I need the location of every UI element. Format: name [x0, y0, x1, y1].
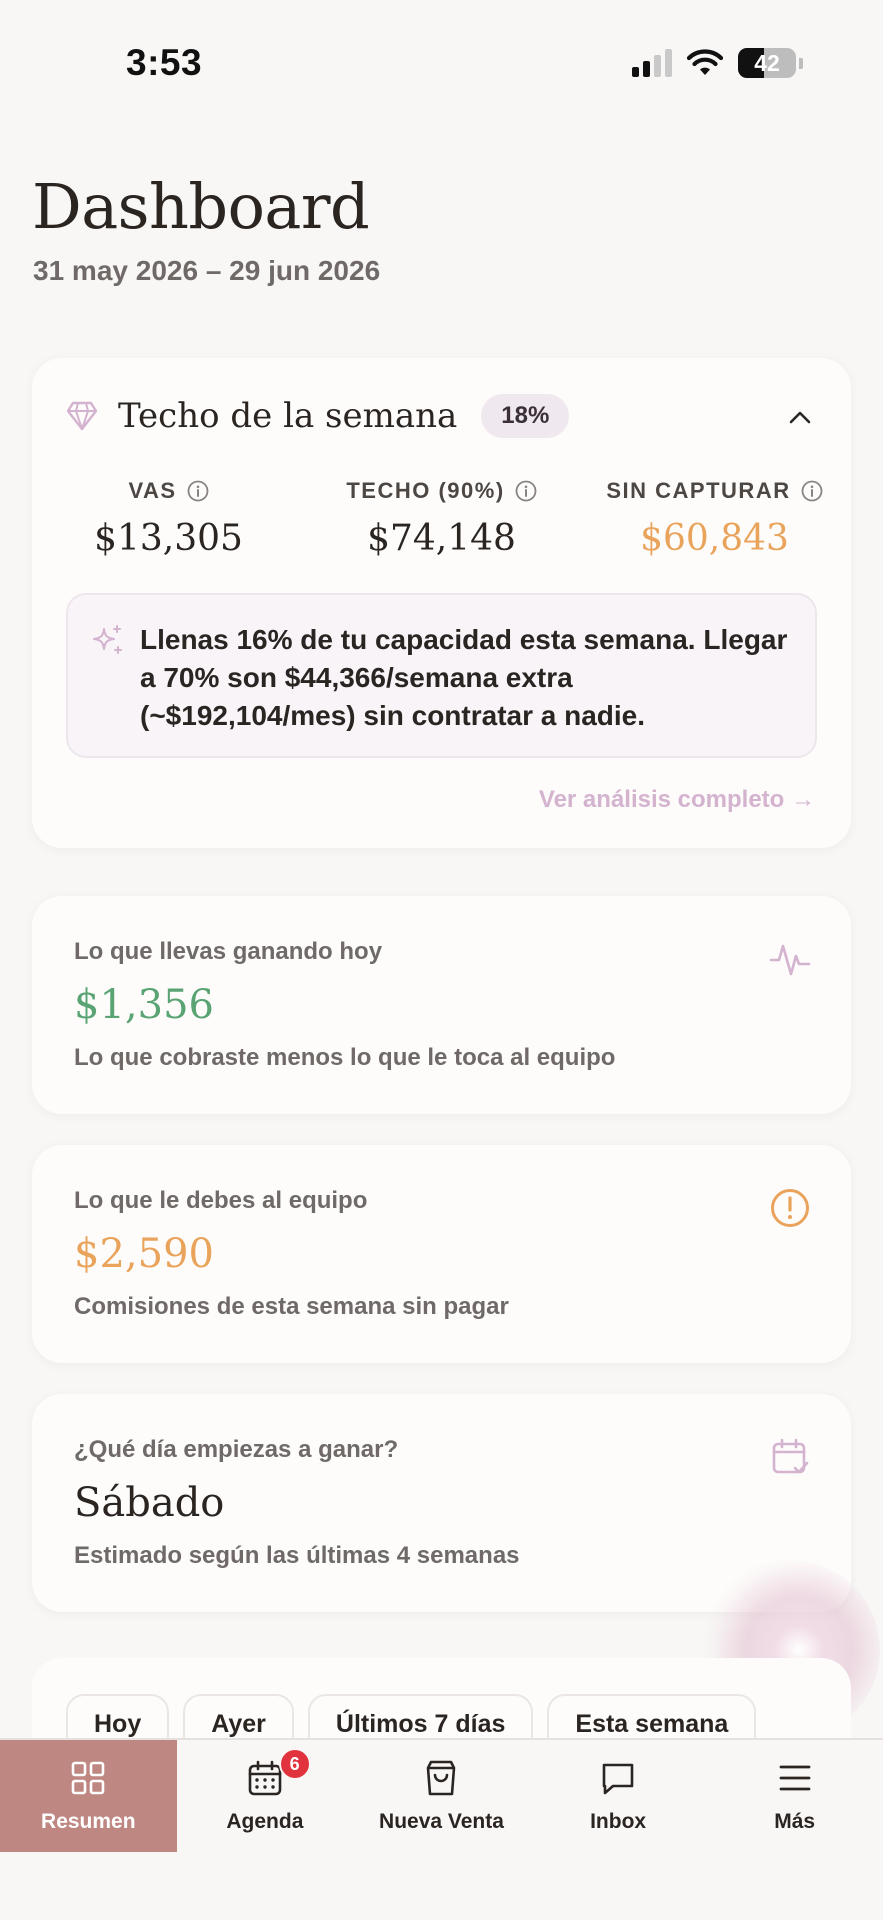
date-range[interactable]: 31 may 2026 – 29 jun 2026 [33, 255, 380, 287]
tab-label: Agenda [226, 1810, 304, 1833]
card-label: ¿Qué día empiezas a ganar? [74, 1436, 399, 1463]
tab-agenda[interactable]: 6 Agenda [177, 1740, 354, 1854]
period-filter-chips: Hoy Ayer Últimos 7 días Esta semana [66, 1694, 757, 1738]
metric-sin-capturar: SIN CAPTURAR $60,843 [578, 478, 851, 559]
collapse-button[interactable] [785, 402, 815, 432]
tab-mas[interactable]: Más [706, 1740, 883, 1854]
wifi-icon [686, 49, 724, 75]
metric-value: $60,843 [640, 518, 789, 559]
insight-text: Llenas 16% de tu capacidad esta semana. … [140, 624, 788, 731]
tab-inbox[interactable]: Inbox [530, 1740, 707, 1854]
battery-icon: 42 [738, 48, 796, 78]
info-icon[interactable] [801, 480, 823, 502]
techo-card: Techo de la semana 18% VAS $13,305 TECHO… [32, 358, 851, 848]
tab-resumen[interactable]: Resumen [0, 1740, 177, 1854]
card-value: $1,356 [74, 982, 214, 1028]
card-label: Lo que le debes al equipo [74, 1187, 368, 1214]
agenda-badge: 6 [278, 1748, 311, 1780]
team-owed-card[interactable]: Lo que le debes al equipo $2,590 Comisio… [32, 1145, 851, 1363]
info-icon[interactable] [515, 480, 537, 502]
card-subtitle: Comisiones de esta semana sin pagar [74, 1293, 509, 1320]
filter-chip-hoy[interactable]: Hoy [66, 1694, 170, 1738]
menu-icon [779, 1765, 811, 1791]
card-subtitle: Lo que cobraste menos lo que le toca al … [74, 1044, 616, 1071]
home-indicator-area [0, 1852, 883, 1920]
metric-value: $74,148 [367, 518, 516, 559]
card-label: Lo que llevas ganando hoy [74, 938, 383, 965]
techo-title: Techo de la semana [118, 396, 458, 436]
tab-nueva-venta[interactable]: Nueva Venta [353, 1740, 530, 1854]
filter-chip-ayer[interactable]: Ayer [183, 1694, 294, 1738]
diamond-icon [66, 401, 98, 431]
filter-chip-ultimos-7-dias[interactable]: Últimos 7 días [307, 1694, 534, 1738]
battery-level: 42 [754, 50, 780, 76]
message-icon [602, 1763, 634, 1795]
status-time: 3:53 [126, 42, 203, 83]
activity-icon [769, 944, 811, 976]
bottom-tab-bar: Resumen 6 Agenda Nueva Venta Inbox Más [0, 1738, 883, 1854]
metric-label: TECHO (90%) [346, 478, 505, 503]
status-bar: 3:53 42 [0, 0, 883, 130]
page-title: Dashboard [32, 170, 370, 243]
metric-techo: TECHO (90%) $74,148 [305, 478, 578, 559]
insight-box: Llenas 16% de tu capacidad esta semana. … [66, 593, 817, 758]
filter-chip-esta-semana[interactable]: Esta semana [547, 1694, 757, 1738]
metric-label: SIN CAPTURAR [606, 478, 791, 503]
grid-icon [71, 1761, 105, 1795]
cellular-signal-icon [632, 49, 672, 77]
breakeven-day-card[interactable]: ¿Qué día empiezas a ganar? Sábado Estima… [32, 1394, 851, 1612]
tab-label: Nueva Venta [379, 1810, 504, 1833]
chevron-up-icon [789, 411, 811, 424]
card-value: $2,590 [74, 1231, 214, 1277]
analysis-link[interactable]: Ver análisis completo → [539, 786, 815, 814]
shopping-bag-icon [427, 1760, 456, 1796]
tab-label: Inbox [590, 1810, 647, 1833]
metric-value: $13,305 [94, 518, 243, 559]
techo-metrics: VAS $13,305 TECHO (90%) $74,148 SIN CAPT… [32, 478, 851, 559]
card-subtitle: Estimado según las últimas 4 semanas [74, 1542, 520, 1569]
calendar-check-icon [772, 1438, 809, 1474]
card-value: Sábado [74, 1480, 225, 1526]
tab-label: Resumen [41, 1810, 136, 1833]
info-icon[interactable] [187, 480, 209, 502]
metric-label: VAS [128, 478, 177, 503]
alert-circle-icon [771, 1189, 809, 1227]
status-icons: 42 [632, 48, 803, 78]
techo-header: Techo de la semana 18% [66, 394, 570, 438]
metric-vas: VAS $13,305 [32, 478, 305, 559]
sparkles-icon [93, 625, 122, 654]
tab-label: Más [774, 1810, 816, 1833]
earnings-today-card[interactable]: Lo que llevas ganando hoy $1,356 Lo que … [32, 896, 851, 1114]
techo-badge: 18% [481, 394, 570, 438]
period-filter-card: Hoy Ayer Últimos 7 días Esta semana [32, 1658, 851, 1738]
